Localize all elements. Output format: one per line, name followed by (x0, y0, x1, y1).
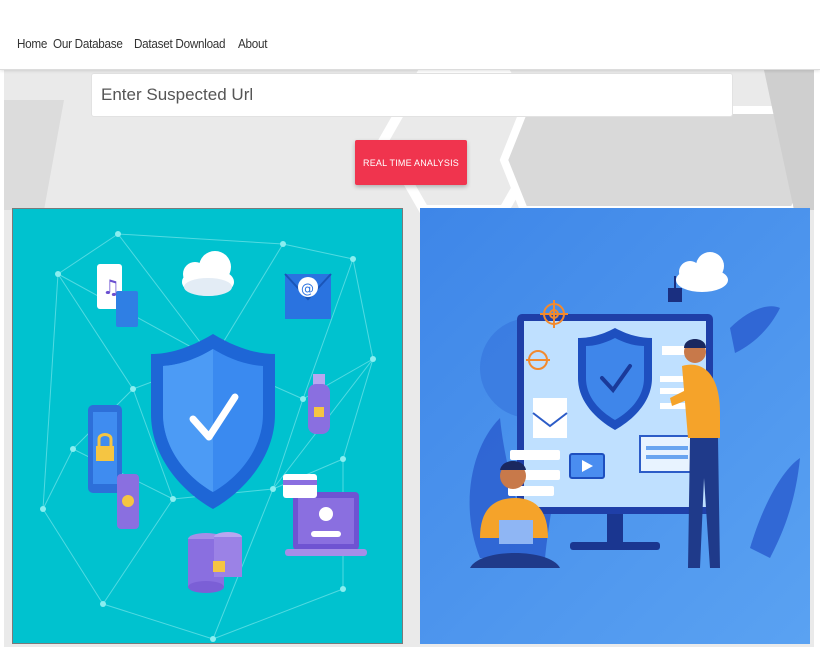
mail-icon: @ (284, 273, 332, 319)
svg-text:@: @ (301, 282, 314, 297)
hero-section: REAL TIME ANALYSIS (4, 70, 814, 647)
nav-home-link[interactable]: Home (17, 36, 47, 51)
cloud-lock-icon (668, 252, 728, 302)
phone-lock-icon (117, 474, 139, 529)
nav-about-link[interactable]: About (238, 36, 268, 51)
svg-text:♫: ♫ (102, 275, 120, 299)
mail-icon (532, 398, 568, 438)
video-icon (569, 453, 605, 479)
navbar: Home Our Database Dataset Download About (0, 0, 820, 70)
database-lock-icon (188, 532, 242, 593)
credit-card-icon (283, 474, 317, 498)
tablet-lock-icon (88, 405, 122, 493)
music-file-icon: ♫ (97, 264, 138, 327)
cyber-monitor-illustration (420, 208, 810, 644)
network-graph: ♫ @ (40, 231, 376, 642)
security-network-illustration: ♫ @ (12, 208, 403, 644)
monitor-scene (469, 252, 800, 568)
nav-dataset-download-link[interactable]: Dataset Download (134, 36, 226, 51)
shield-check-icon (151, 334, 275, 509)
usb-lock-icon (308, 374, 330, 434)
real-time-analysis-button[interactable]: REAL TIME ANALYSIS (355, 140, 467, 185)
cloud-icon (182, 251, 234, 296)
laptop-login-icon (285, 492, 367, 556)
url-input[interactable] (91, 73, 733, 117)
nav-links: Home Our Database Dataset Download About (17, 36, 271, 51)
nav-our-database-link[interactable]: Our Database (53, 36, 123, 51)
